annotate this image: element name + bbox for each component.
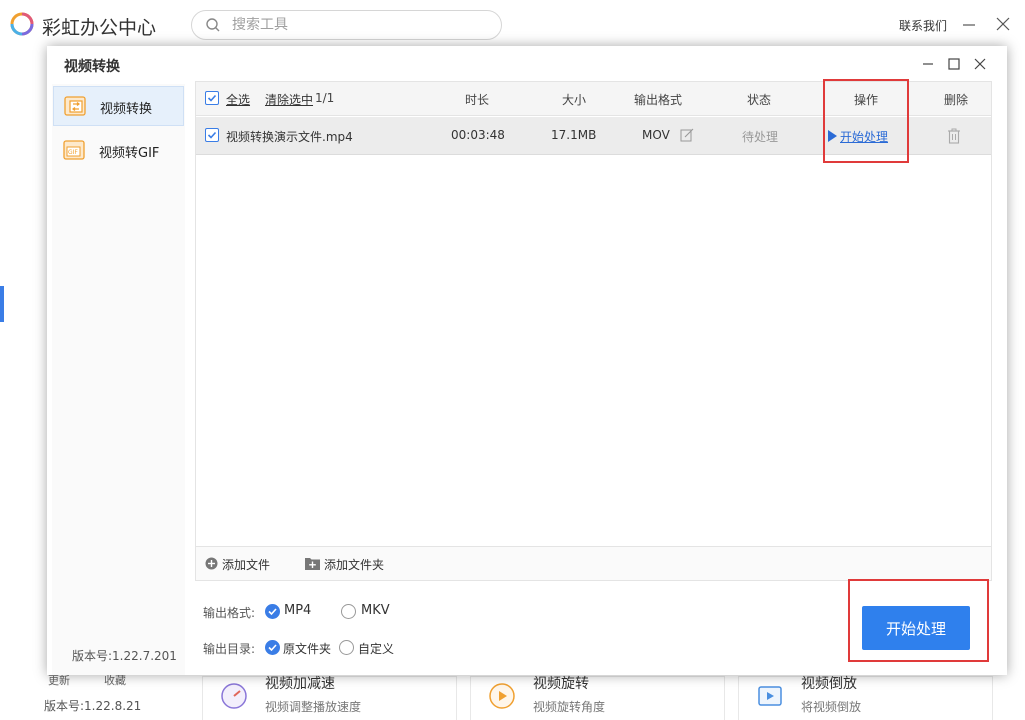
contact-us-link[interactable]: 联系我们 [899,17,947,34]
video-convert-icon [64,96,86,116]
dir-custom-radio[interactable] [339,640,354,655]
row-checkbox[interactable] [205,128,219,142]
output-format-value: MOV [642,128,670,142]
rainbow-logo-icon [10,12,34,36]
tool-card-speed[interactable]: 视频加减速 视频调整播放速度 [202,676,457,720]
video-convert-dialog: 视频转换 视频转换 GIF 视频转GIF 版本号:1.22.7.201 全选 清… [47,46,1007,675]
dialog-sidebar: 视频转换 GIF 视频转GIF [52,84,185,675]
dialog-minimize-icon[interactable] [920,56,936,72]
table-footer: 添加文件 添加文件夹 [196,546,991,580]
add-folder-button[interactable]: 添加文件夹 [324,556,384,573]
sidebar-item-video-to-gif[interactable]: GIF 视频转GIF [53,131,184,171]
tool-card-subtitle: 视频调整播放速度 [265,700,362,714]
tool-card-title: 视频加减速 [265,676,335,692]
format-mp4-label[interactable]: MP4 [284,603,311,618]
tool-card-reverse[interactable]: 视频倒放 将视频倒放 [738,676,993,720]
file-name: 视频转换演示文件.mp4 [226,130,353,144]
action-column-highlight [823,79,909,163]
add-folder-icon [305,558,320,570]
column-header-size: 大小 [562,93,587,107]
dialog-version-label: 版本号:1.22.7.201 [72,649,177,663]
edit-icon[interactable] [680,128,694,142]
column-header-format: 输出格式 [634,93,683,107]
tool-card-subtitle: 视频旋转角度 [533,700,606,714]
output-format-label: 输出格式: [203,606,256,620]
dialog-title: 视频转换 [64,59,120,75]
dialog-maximize-icon[interactable] [946,56,962,72]
clear-selected-link[interactable]: 清除选中 [265,91,313,108]
file-status: 待处理 [742,130,779,144]
search-input[interactable] [232,15,482,35]
speed-gauge-icon [221,683,247,709]
dialog-close-icon[interactable] [972,56,988,72]
column-header-status: 状态 [747,93,772,107]
sidebar-active-indicator [0,286,4,322]
file-table: 全选 清除选中 1/1 时长 大小 输出格式 状态 操作 删除 视频转换演示文件… [195,79,992,581]
dir-original-radio[interactable] [265,640,280,655]
gif-icon: GIF [63,140,85,160]
select-all-link[interactable]: 全选 [226,91,250,108]
tool-card-title: 视频旋转 [533,676,589,692]
main-version-label: 版本号:1.22.8.21 [44,699,142,713]
output-dir-label: 输出目录: [203,642,256,656]
file-duration: 00:03:48 [451,128,505,142]
dir-original-label[interactable]: 原文件夹 [283,640,331,657]
sidebar-item-video-convert[interactable]: 视频转换 [53,86,184,126]
selected-count: 1/1 [315,91,335,105]
column-header-duration: 时长 [465,93,490,107]
search-icon [206,18,220,32]
trash-icon[interactable] [947,128,961,144]
format-mkv-label[interactable]: MKV [361,603,390,618]
rotate-play-icon [489,683,515,709]
select-all-checkbox[interactable] [205,91,219,105]
minimize-icon[interactable] [962,14,976,34]
reverse-play-icon [758,686,782,706]
svg-text:GIF: GIF [68,149,78,156]
tool-card-title: 视频倒放 [801,676,857,692]
column-header-delete: 删除 [944,93,969,107]
start-button-highlight [848,579,989,662]
dir-custom-label[interactable]: 自定义 [358,640,394,657]
sidebar-item-label: 视频转换 [100,102,153,117]
main-titlebar: 彩虹办公中心 联系我们 [0,0,1025,50]
tool-card-rotate[interactable]: 视频旋转 视频旋转角度 [470,676,725,720]
add-file-button[interactable]: 添加文件 [222,556,270,573]
file-size: 17.1MB [551,128,597,142]
sidebar-item-label: 视频转GIF [99,146,160,161]
add-file-icon [205,557,218,570]
tool-card-subtitle: 将视频倒放 [801,700,862,714]
close-icon[interactable] [995,14,1011,34]
app-title: 彩虹办公中心 [42,17,157,39]
format-mkv-radio[interactable] [341,604,356,619]
search-box[interactable] [191,10,502,40]
format-mp4-radio[interactable] [265,604,280,619]
